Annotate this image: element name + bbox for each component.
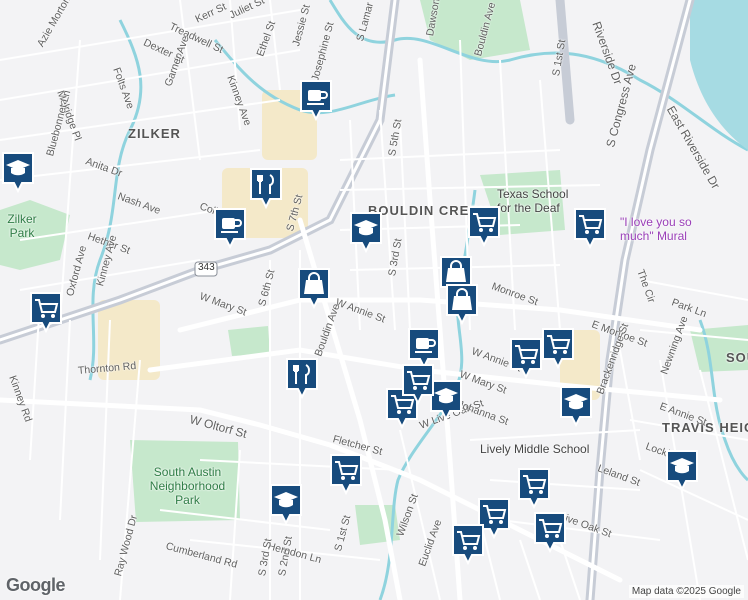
google-logo: Google	[6, 575, 66, 595]
map-marker[interactable]	[348, 210, 384, 254]
district-zilker: ZILKER	[128, 126, 181, 141]
school-icon	[350, 212, 382, 254]
shopping-cart-icon	[542, 328, 574, 370]
shopping-cart-icon	[402, 364, 434, 406]
shopping-cart-icon	[510, 338, 542, 380]
map-attribution[interactable]: Map data ©2025 Google	[628, 585, 744, 598]
map-marker[interactable]	[450, 522, 486, 566]
map-marker[interactable]	[664, 448, 700, 492]
shopping-cart-icon	[30, 292, 62, 334]
district-south-river: SOUTH RIVER	[726, 350, 748, 365]
school-icon	[2, 152, 34, 194]
map-marker[interactable]	[558, 384, 594, 428]
place-mural: "I love you so much" Mural	[620, 215, 692, 243]
school-icon	[666, 450, 698, 492]
map-marker[interactable]	[248, 166, 284, 210]
map-marker[interactable]	[400, 362, 436, 406]
map-marker[interactable]	[0, 150, 36, 194]
map-marker[interactable]	[296, 266, 332, 310]
park-south-austin-neighborhood: South Austin Neighborhood Park	[149, 465, 226, 507]
map-marker[interactable]	[466, 204, 502, 248]
school-icon	[270, 484, 302, 526]
place-lively-middle-school: Lively Middle School	[480, 442, 590, 456]
shopping-cart-icon	[518, 468, 550, 510]
shopping-cart-icon	[534, 512, 566, 554]
restaurant-icon	[250, 168, 282, 210]
shopping-cart-icon	[452, 524, 484, 566]
coffee-icon	[214, 208, 246, 250]
shopping-cart-icon	[330, 454, 362, 496]
park-zilker: Zilker Park	[7, 212, 37, 240]
shopping-icon	[298, 268, 330, 310]
map-marker[interactable]	[28, 290, 64, 334]
map-marker[interactable]	[298, 78, 334, 122]
restaurant-icon	[286, 358, 318, 400]
map-marker[interactable]	[516, 466, 552, 510]
map-canvas[interactable]: ZILKER BOULDIN CREEK SOUTH RIVER TRAVIS …	[0, 0, 748, 600]
school-icon	[560, 386, 592, 428]
map-marker[interactable]	[212, 206, 248, 250]
map-marker[interactable]	[268, 482, 304, 526]
map-base	[0, 0, 748, 600]
map-marker[interactable]	[284, 356, 320, 400]
route-shield-label: 343	[198, 262, 215, 273]
map-marker[interactable]	[508, 336, 544, 380]
map-marker[interactable]	[328, 452, 364, 496]
shopping-cart-icon	[574, 208, 606, 250]
shopping-icon	[446, 284, 478, 326]
map-marker[interactable]	[532, 510, 568, 554]
map-marker[interactable]	[444, 282, 480, 326]
shopping-cart-icon	[468, 206, 500, 248]
map-marker[interactable]	[540, 326, 576, 370]
coffee-icon	[300, 80, 332, 122]
map-marker[interactable]	[572, 206, 608, 250]
